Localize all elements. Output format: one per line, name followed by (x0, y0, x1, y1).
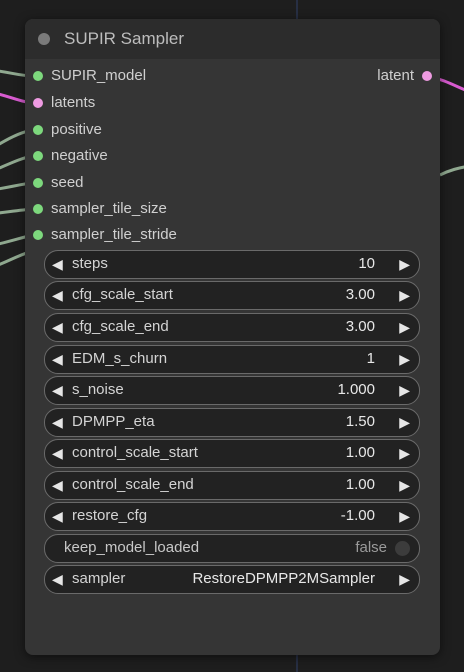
increment-arrow-icon[interactable]: ▶ (399, 413, 410, 431)
increment-arrow-icon[interactable]: ▶ (399, 318, 410, 336)
input-dot-icon[interactable] (33, 125, 43, 135)
input-label: negative (51, 147, 108, 164)
input-slot-latents[interactable]: latents (25, 93, 285, 113)
decrement-arrow-icon[interactable]: ◀ (52, 286, 63, 304)
increment-arrow-icon[interactable]: ▶ (399, 286, 410, 304)
toggle-value: false (355, 539, 387, 556)
widget-value[interactable]: -1.00 (341, 507, 375, 524)
input-dot-icon[interactable] (33, 71, 43, 81)
increment-arrow-icon[interactable]: ▶ (399, 476, 410, 494)
input-label: sampler_tile_size (51, 200, 167, 217)
widget-value[interactable]: 1.00 (346, 476, 375, 493)
input-label: positive (51, 121, 102, 138)
input-slot-sampler-tile-size[interactable]: sampler_tile_size (25, 199, 285, 219)
toggle-keep-model-loaded[interactable]: keep_model_loaded false (44, 534, 420, 563)
decrement-arrow-icon[interactable]: ◀ (52, 255, 63, 273)
combo-sampler[interactable]: ◀ sampler RestoreDPMPP2MSampler ▶ (44, 565, 420, 594)
increment-arrow-icon[interactable]: ▶ (399, 444, 410, 462)
input-label: seed (51, 174, 84, 191)
increment-arrow-icon[interactable]: ▶ (399, 381, 410, 399)
widget-cfg-scale-start[interactable]: ◀ cfg_scale_start 3.00 ▶ (44, 281, 420, 310)
widget-label: DPMPP_eta (72, 413, 155, 430)
widget-label: cfg_scale_end (72, 318, 169, 335)
widget-s-noise[interactable]: ◀ s_noise 1.000 ▶ (44, 376, 420, 405)
widget-label: control_scale_start (72, 444, 198, 461)
collapse-dot-icon[interactable] (38, 33, 50, 45)
increment-arrow-icon[interactable]: ▶ (399, 507, 410, 525)
decrement-arrow-icon[interactable]: ◀ (52, 476, 63, 494)
input-slot-sampler-tile-stride[interactable]: sampler_tile_stride (25, 225, 285, 245)
widget-value[interactable]: 1.50 (346, 413, 375, 430)
input-slot-positive[interactable]: positive (25, 120, 285, 140)
widget-label: restore_cfg (72, 507, 148, 524)
input-dot-icon[interactable] (33, 204, 43, 214)
increment-arrow-icon[interactable]: ▶ (399, 350, 410, 368)
previous-arrow-icon[interactable]: ◀ (52, 570, 63, 588)
increment-arrow-icon[interactable]: ▶ (399, 255, 410, 273)
combo-label: sampler (72, 570, 126, 587)
decrement-arrow-icon[interactable]: ◀ (52, 350, 63, 368)
decrement-arrow-icon[interactable]: ◀ (52, 413, 63, 431)
widget-steps[interactable]: ◀ steps 10 ▶ (44, 250, 420, 279)
widget-label: cfg_scale_start (72, 286, 173, 303)
input-label: sampler_tile_stride (51, 226, 177, 243)
widget-value[interactable]: 3.00 (346, 318, 375, 335)
widget-edm-s-churn[interactable]: ◀ EDM_s_churn 1 ▶ (44, 345, 420, 374)
widget-value[interactable]: 1.00 (346, 444, 375, 461)
decrement-arrow-icon[interactable]: ◀ (52, 444, 63, 462)
node-title: SUPIR Sampler (64, 29, 184, 48)
widget-label: control_scale_end (72, 476, 194, 493)
widget-cfg-scale-end[interactable]: ◀ cfg_scale_end 3.00 ▶ (44, 313, 420, 342)
input-label: SUPIR_model (51, 67, 147, 84)
widget-restore-cfg[interactable]: ◀ restore_cfg -1.00 ▶ (44, 502, 420, 531)
widget-label: s_noise (72, 381, 124, 398)
widget-dpmpp-eta[interactable]: ◀ DPMPP_eta 1.50 ▶ (44, 408, 420, 437)
input-dot-icon[interactable] (33, 98, 43, 108)
widget-value[interactable]: 10 (358, 255, 375, 272)
input-slot-supir-model[interactable]: SUPIR_model (25, 66, 285, 86)
input-dot-icon[interactable] (33, 178, 43, 188)
decrement-arrow-icon[interactable]: ◀ (52, 318, 63, 336)
supir-sampler-node[interactable]: SUPIR Sampler SUPIR_model latents positi… (25, 19, 440, 655)
output-dot-icon[interactable] (422, 71, 432, 81)
node-header[interactable]: SUPIR Sampler (25, 19, 440, 59)
widget-label: steps (72, 255, 108, 272)
input-dot-icon[interactable] (33, 230, 43, 240)
input-label: latents (51, 94, 96, 111)
output-slot-latent[interactable]: latent (320, 66, 440, 86)
widget-value[interactable]: 3.00 (346, 286, 375, 303)
widget-value[interactable]: 1 (367, 350, 375, 367)
input-dot-icon[interactable] (33, 151, 43, 161)
next-arrow-icon[interactable]: ▶ (399, 570, 410, 588)
input-slot-negative[interactable]: negative (25, 146, 285, 166)
toggle-label: keep_model_loaded (64, 539, 200, 556)
widget-control-scale-end[interactable]: ◀ control_scale_end 1.00 ▶ (44, 471, 420, 500)
widget-control-scale-start[interactable]: ◀ control_scale_start 1.00 ▶ (44, 439, 420, 468)
combo-value[interactable]: RestoreDPMPP2MSampler (192, 570, 375, 587)
widget-value[interactable]: 1.000 (337, 381, 375, 398)
widget-label: EDM_s_churn (72, 350, 168, 367)
input-slot-seed[interactable]: seed (25, 173, 285, 193)
decrement-arrow-icon[interactable]: ◀ (52, 507, 63, 525)
output-label: latent (377, 67, 414, 84)
decrement-arrow-icon[interactable]: ◀ (52, 381, 63, 399)
toggle-knob-icon[interactable] (395, 541, 410, 556)
